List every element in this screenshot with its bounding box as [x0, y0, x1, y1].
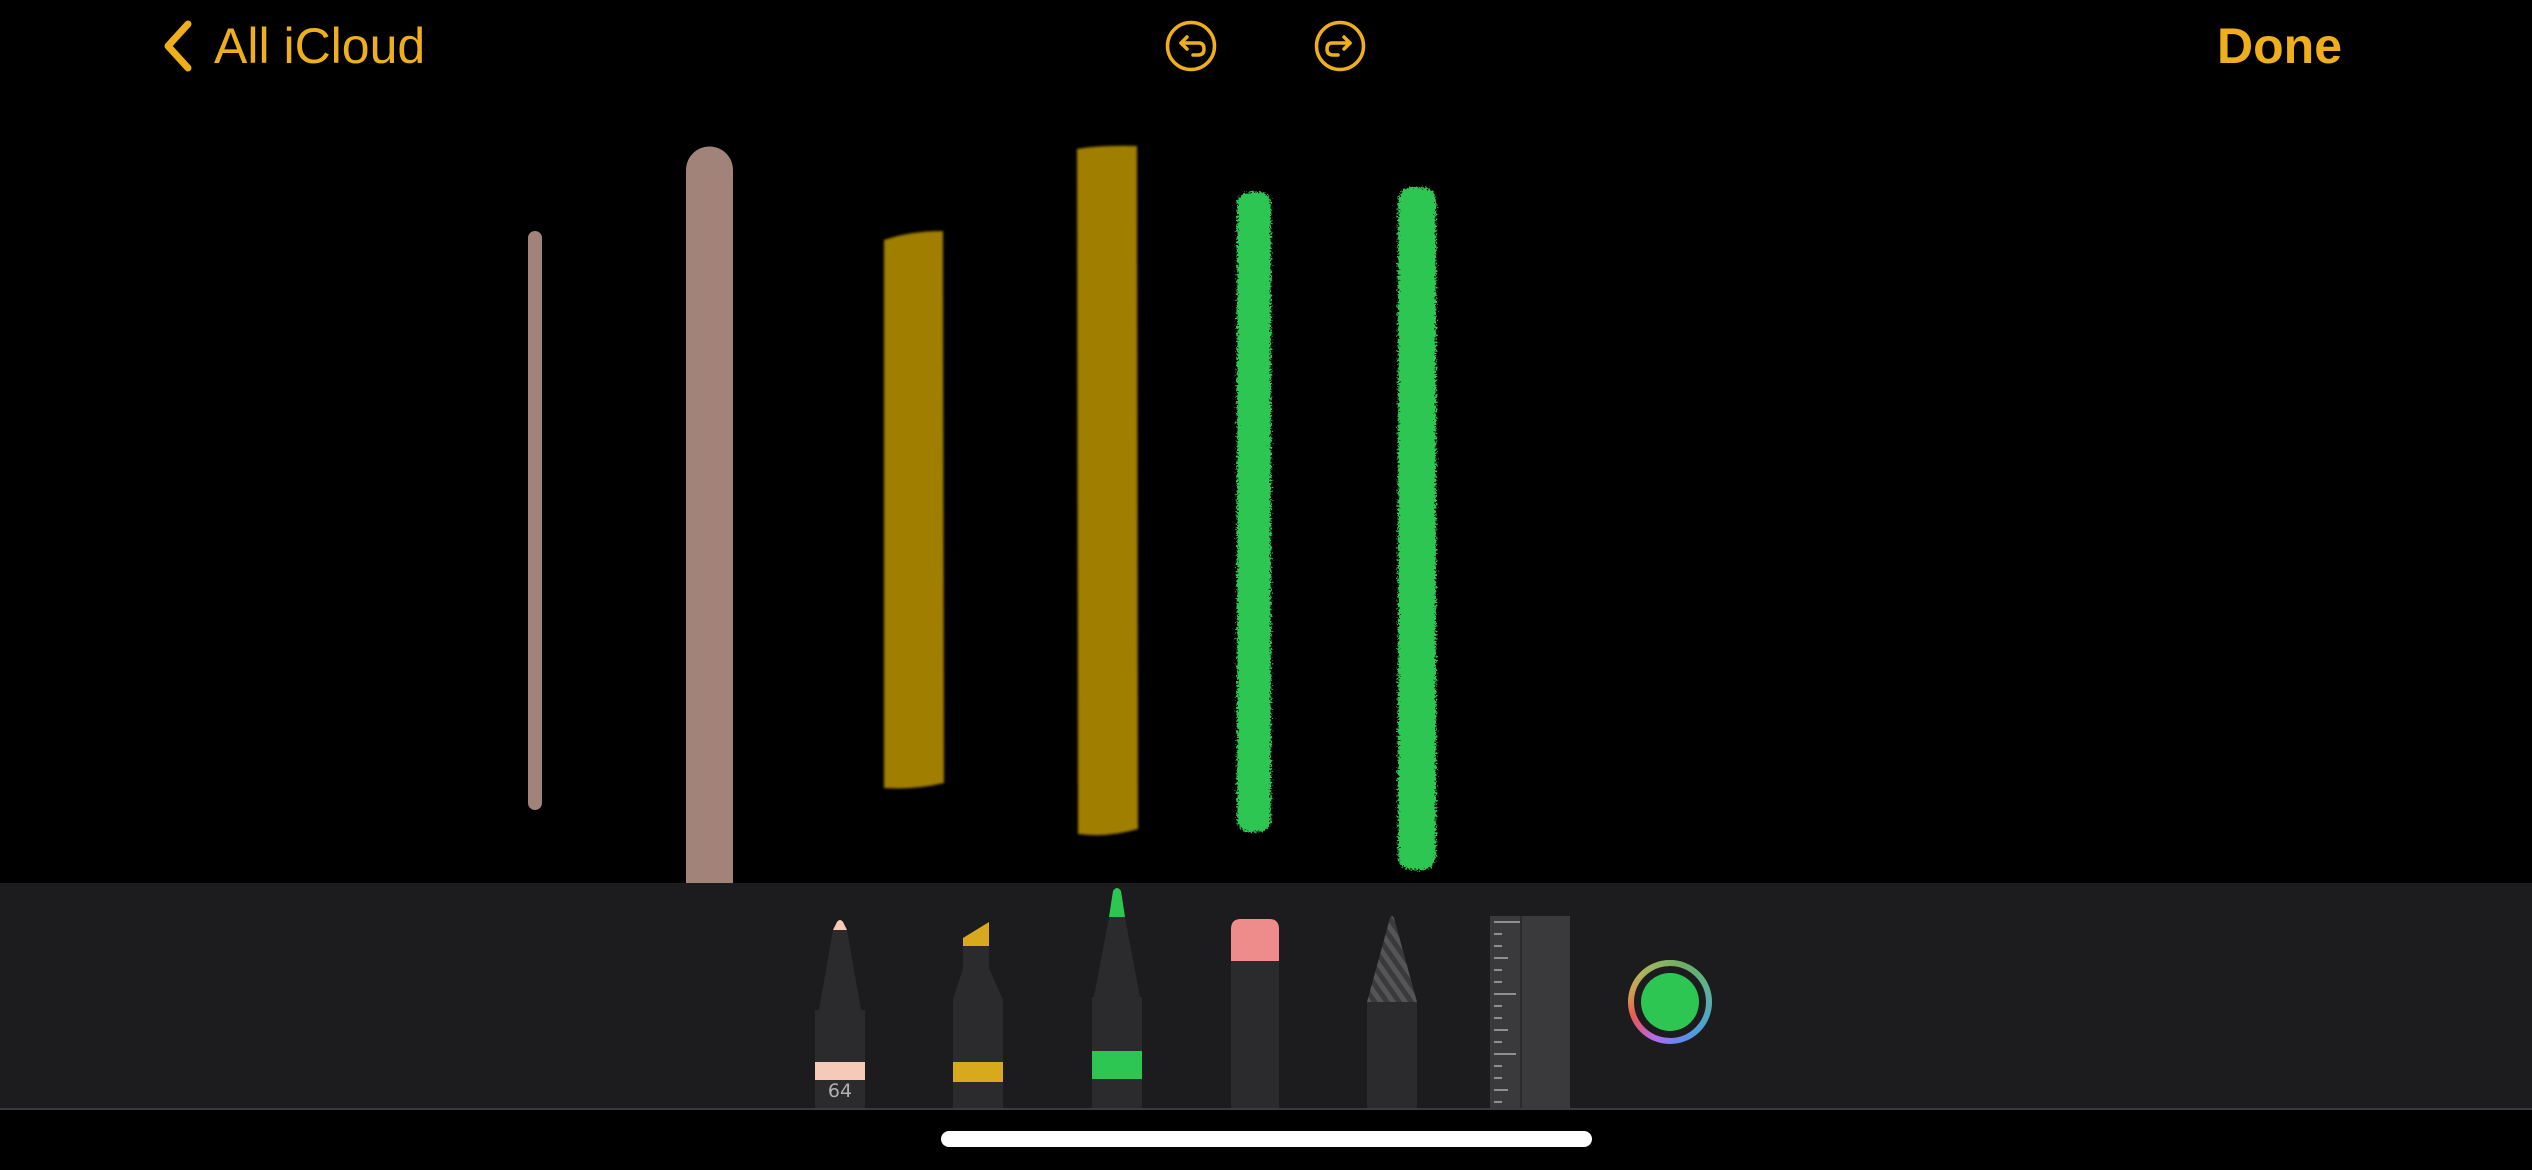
lasso-icon [1365, 914, 1419, 1110]
pen-stroke-thin [528, 231, 542, 810]
done-button[interactable]: Done [2217, 14, 2342, 78]
pencil-tool[interactable] [1089, 885, 1145, 1110]
color-picker-button[interactable] [1628, 960, 1712, 1044]
highlighter-icon [951, 910, 1005, 1110]
marker-stroke-thick [1077, 145, 1138, 836]
lasso-tool[interactable] [1365, 914, 1419, 1110]
tool-palette: 64 [0, 883, 2532, 1110]
home-indicator[interactable] [941, 1131, 1592, 1147]
pen-size-label: 64 [827, 1080, 853, 1102]
pencil-icon [1089, 885, 1145, 1110]
color-picker-icon [1628, 960, 1712, 1044]
ruler-tool[interactable] [1490, 916, 1570, 1110]
current-color-swatch [1641, 973, 1699, 1031]
chevron-left-icon [160, 20, 194, 72]
marker-stroke-thin [884, 231, 944, 789]
pencil-stroke-thin [1237, 192, 1271, 832]
undo-button[interactable] [1165, 20, 1217, 72]
eraser-icon [1229, 917, 1281, 1110]
pen-tool[interactable]: 64 [812, 910, 868, 1110]
redo-icon [1314, 20, 1366, 72]
marker-tool[interactable] [951, 910, 1005, 1110]
eraser-tool[interactable] [1229, 917, 1281, 1110]
back-label: All iCloud [214, 18, 426, 74]
pen-stroke-thick [686, 146, 733, 883]
navigation-bar: All iCloud Done [0, 0, 2532, 100]
undo-icon [1165, 20, 1217, 72]
drawing-canvas[interactable] [0, 100, 2532, 883]
pencil-stroke-thick [1398, 187, 1436, 870]
back-button[interactable]: All iCloud [160, 14, 425, 78]
ruler-icon [1490, 916, 1570, 1110]
redo-button[interactable] [1314, 20, 1366, 72]
